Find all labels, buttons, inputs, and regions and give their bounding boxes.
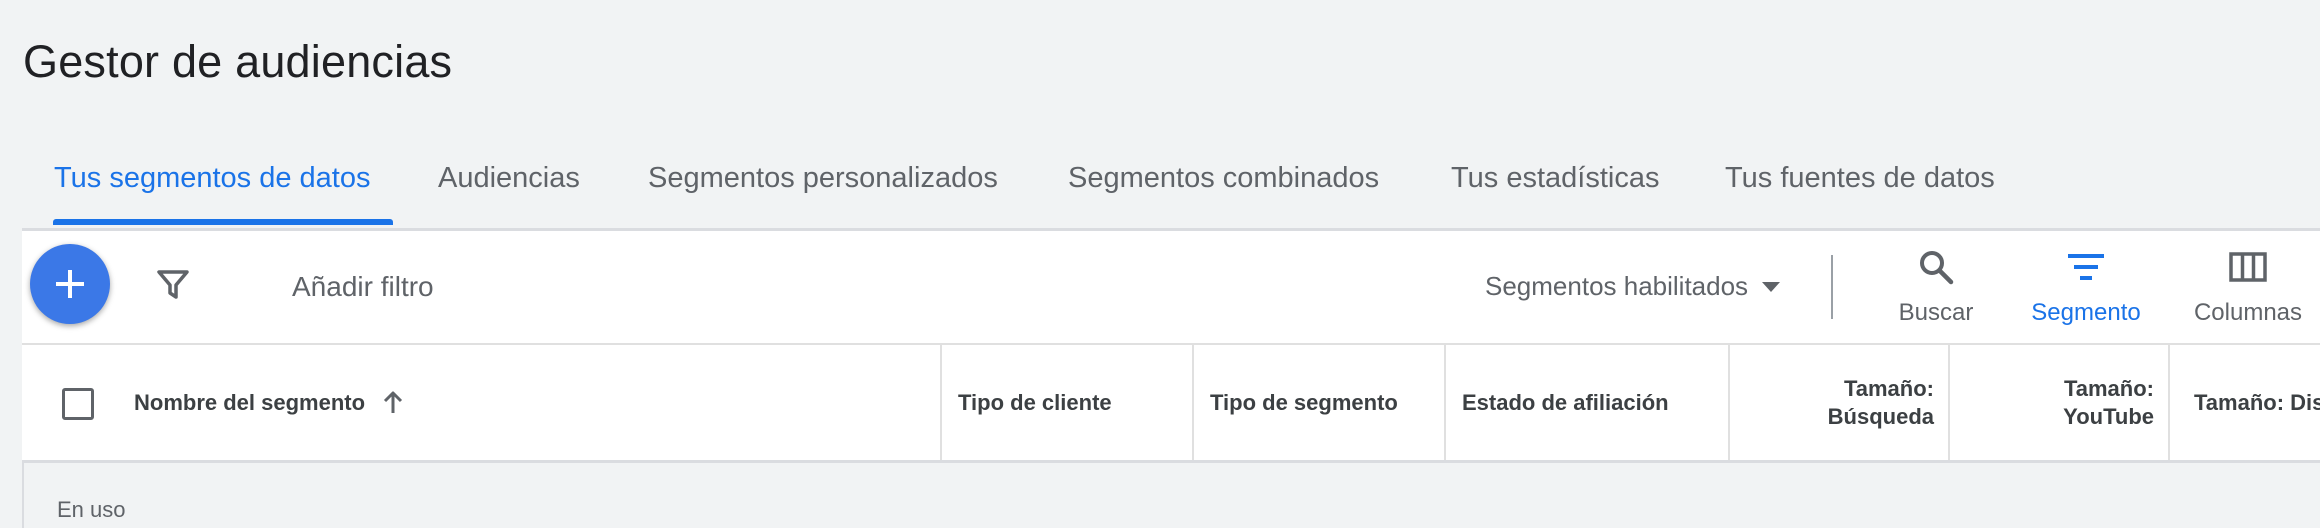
columns-label: Columnas [2193,299,2303,326]
chevron-down-icon [1762,282,1780,292]
column-header-segment-type[interactable]: Tipo de segmento [1210,345,1440,460]
plus-icon [56,270,84,298]
column-divider [2168,345,2170,460]
segment-status-dropdown[interactable]: Segmentos habilitados [1485,271,1748,302]
column-divider [940,345,942,460]
tab-tus-estadisticas[interactable]: Tus estadísticas [1451,162,1659,195]
column-divider [1948,345,1950,460]
column-header-customer-type[interactable]: Tipo de cliente [958,345,1188,460]
column-header-size-youtube[interactable]: Tamaño: YouTube [1954,345,2154,460]
active-tab-indicator [53,219,393,225]
tab-tus-fuentes-de-datos[interactable]: Tus fuentes de datos [1725,162,1995,195]
segments-panel: Añadir filtro Segmentos habilitados Busc… [22,231,2320,528]
column-divider [1728,345,1730,460]
column-header-segment-name[interactable]: Nombre del segmento [134,345,934,460]
tab-segmentos-personalizados[interactable]: Segmentos personalizados [648,162,998,195]
tab-bar: Tus segmentos de datos Audiencias Segmen… [22,140,2320,228]
column-header-membership-status[interactable]: Estado de afiliación [1462,345,1722,460]
arrow-up-icon [383,391,403,413]
tab-tus-segmentos-de-datos[interactable]: Tus segmentos de datos [54,162,371,195]
tab-segmentos-combinados[interactable]: Segmentos combinados [1068,162,1379,195]
columns-button[interactable]: Columnas [2183,247,2313,327]
segment-icon [2068,254,2104,280]
select-all-checkbox[interactable] [62,388,94,420]
add-filter-button[interactable]: Añadir filtro [292,271,434,303]
column-header-size-search[interactable]: Tamaño: Búsqueda [1734,345,1934,460]
column-divider [1444,345,1446,460]
column-header-size-display[interactable]: Tamaño: Display [2194,345,2320,460]
in-use-section: En uso [22,463,2320,528]
column-label-segment-name: Nombre del segmento [134,389,366,415]
page-title: Gestor de audiencias [23,36,453,87]
tab-audiencias[interactable]: Audiencias [438,162,580,195]
search-label: Buscar [1898,299,1974,326]
search-button[interactable]: Buscar [1871,247,2001,327]
add-segment-button[interactable] [30,244,110,324]
table-header: Nombre del segmento Tipo de cliente Tipo… [22,345,2320,460]
columns-icon [2229,252,2267,282]
segment-label: Segmento [2031,299,2141,326]
segment-button[interactable]: Segmento [2021,247,2151,327]
toolbar-separator [1831,255,1833,319]
column-divider [1192,345,1194,460]
filter-icon[interactable] [153,264,193,304]
search-icon [1920,251,1954,285]
section-label: En uso [57,497,126,522]
